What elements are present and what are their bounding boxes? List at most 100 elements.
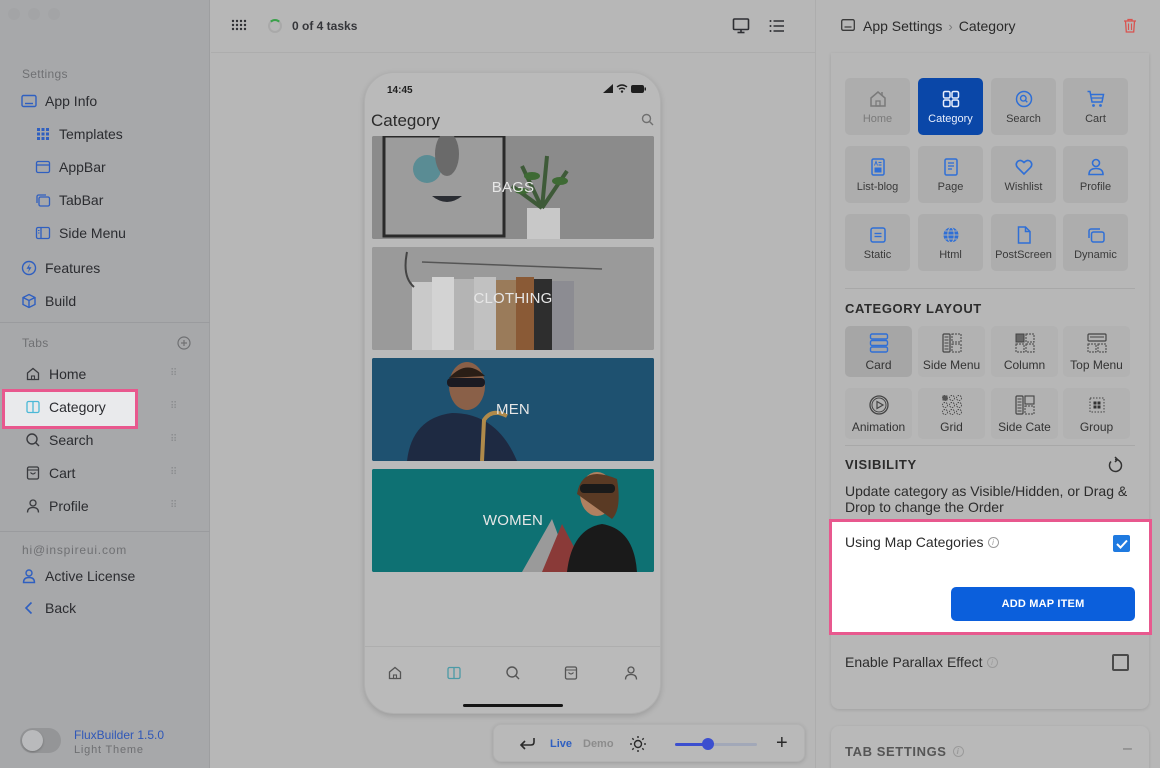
phone-tab-home-icon[interactable]	[387, 665, 403, 681]
list-icon[interactable]	[768, 17, 786, 35]
layout-option-side-cate[interactable]: Side Cate	[991, 388, 1058, 439]
sidebar-item-features[interactable]: Features	[21, 255, 100, 281]
signal-icon	[603, 84, 613, 93]
layout-option-label: Card	[865, 357, 892, 372]
sidebar-tab-search[interactable]: Search	[25, 427, 93, 453]
maximize-window-button[interactable]	[48, 8, 60, 20]
sidebar-item-templates[interactable]: Templates	[35, 121, 123, 147]
category-card-clothing[interactable]: CLOTHING	[372, 247, 654, 350]
using-map-checkbox[interactable]	[1113, 535, 1130, 552]
screen-button-profile[interactable]: Profile	[1063, 146, 1128, 203]
appbar-icon	[35, 159, 51, 175]
sidebar-item-build[interactable]: Build	[21, 288, 76, 314]
back-link[interactable]: Back	[21, 595, 76, 621]
screen-button-list-blog[interactable]: List-blog	[845, 146, 910, 203]
theme-toggle[interactable]	[20, 728, 61, 753]
layout-option-animation[interactable]: Animation	[845, 388, 912, 439]
sidebar-tab-label: Profile	[49, 498, 89, 514]
task-progress-text[interactable]: 0 of 4 tasks	[292, 19, 357, 33]
screen-button-label: Profile	[1079, 180, 1112, 193]
screen-button-wishlist[interactable]: Wishlist	[991, 146, 1056, 203]
close-window-button[interactable]	[8, 8, 20, 20]
return-icon[interactable]	[518, 735, 536, 751]
layout-option-side-menu[interactable]: Side Menu	[918, 326, 985, 377]
active-license-label: Active License	[45, 568, 136, 584]
info-icon[interactable]: i	[987, 536, 999, 548]
sidebar-item-tabbar[interactable]: TabBar	[35, 187, 103, 213]
app-version: FluxBuilder 1.5.0	[74, 728, 165, 742]
screen-button-dynamic[interactable]: Dynamic	[1063, 214, 1128, 271]
screen-button-label: Page	[937, 180, 964, 193]
zoom-slider[interactable]	[675, 738, 757, 750]
screen-button-label: PostScreen	[995, 248, 1052, 261]
sidebar-tab-profile[interactable]: Profile	[25, 493, 89, 519]
phone-tab-category-icon[interactable]	[446, 665, 462, 681]
layout-option-column[interactable]: Column	[991, 326, 1058, 377]
screen-button-category[interactable]: Category	[918, 78, 983, 135]
phone-tab-cart-icon[interactable]	[563, 665, 579, 681]
layout-option-label: Top Menu	[1070, 357, 1123, 372]
sidebar-tab-cart[interactable]: Cart	[25, 460, 75, 486]
app-settings-icon	[841, 19, 855, 31]
live-mode-button[interactable]: Live	[550, 738, 572, 750]
brightness-icon[interactable]	[629, 735, 647, 753]
parallax-checkbox[interactable]	[1112, 654, 1129, 671]
phone-screen-title: Category	[371, 111, 440, 130]
drag-handle-icon[interactable]: ⠿	[170, 368, 178, 380]
screen-button-search[interactable]: Search	[991, 78, 1056, 135]
sidebar: Settings App Info Templates AppBar TabBa…	[0, 0, 210, 768]
info-icon[interactable]: i	[986, 656, 998, 668]
drag-handle-icon[interactable]: ⠿	[170, 500, 178, 512]
desktop-icon[interactable]	[732, 17, 750, 35]
phone-tab-search-icon[interactable]	[505, 665, 521, 681]
screen-button-html[interactable]: Html	[918, 214, 983, 271]
collapse-icon[interactable]: –	[1123, 740, 1132, 758]
sidebar-tab-home[interactable]: Home	[25, 361, 86, 387]
screen-button-postscreen[interactable]: PostScreen	[991, 214, 1056, 271]
reset-icon[interactable]	[1106, 456, 1124, 474]
sidebar-item-side-menu[interactable]: Side Menu	[35, 220, 126, 246]
screen-button-label: List-blog	[856, 180, 899, 193]
screen-button-static[interactable]: Static	[845, 214, 910, 271]
checkmark-icon	[1115, 539, 1128, 549]
post-screen-icon	[1017, 225, 1031, 244]
zoom-slider-thumb[interactable]	[701, 738, 714, 750]
theme-label: Light Theme	[74, 744, 144, 756]
screen-button-home[interactable]: Home	[845, 78, 910, 135]
demo-mode-button[interactable]: Demo	[583, 738, 614, 750]
layout-option-grid[interactable]: Grid	[918, 388, 985, 439]
parallax-label: Enable Parallax Effect	[845, 654, 983, 670]
screen-button-cart[interactable]: Cart	[1063, 78, 1128, 135]
info-icon[interactable]: i	[952, 746, 964, 757]
minimize-window-button[interactable]	[28, 8, 40, 20]
settings-section-label: Settings	[22, 67, 68, 81]
category-card-bags[interactable]: BAGS	[372, 136, 654, 239]
search-icon	[1015, 90, 1032, 107]
drag-handle-icon[interactable]: ⠿	[170, 401, 178, 413]
category-card-women[interactable]: WOMEN	[372, 469, 654, 572]
add-tab-icon[interactable]	[177, 336, 191, 350]
page-icon	[943, 157, 958, 176]
phone-search-icon[interactable]	[641, 113, 654, 126]
category-card-men[interactable]: MEN	[372, 358, 654, 461]
parallax-label-row: Enable Parallax Effect i	[845, 654, 998, 670]
back-label: Back	[45, 600, 77, 616]
tab-settings-section[interactable]: TAB SETTINGS i –	[831, 726, 1149, 768]
drag-handle-icon[interactable]: ⠿	[170, 467, 178, 479]
trash-icon[interactable]	[1123, 18, 1137, 33]
window-controls	[8, 8, 60, 20]
screen-button-page[interactable]: Page	[918, 146, 983, 203]
layout-option-top-menu[interactable]: Top Menu	[1063, 326, 1130, 377]
active-license-link[interactable]: Active License	[21, 563, 135, 589]
layout-option-card[interactable]: Card	[845, 326, 912, 377]
add-map-item-button[interactable]: ADD MAP ITEM	[951, 587, 1135, 621]
phone-tab-profile-icon[interactable]	[623, 665, 639, 681]
sidebar-item-app-info[interactable]: App Info	[21, 88, 97, 114]
layout-option-group[interactable]: Group	[1063, 388, 1130, 439]
zoom-in-button[interactable]: +	[776, 733, 788, 753]
drag-handle-icon[interactable]: ⠿	[170, 434, 178, 446]
sidebar-tab-category[interactable]: Category	[25, 394, 106, 420]
breadcrumb-app-settings[interactable]: App Settings	[863, 18, 942, 34]
apps-grid-icon[interactable]	[231, 18, 247, 34]
sidebar-item-appbar[interactable]: AppBar	[35, 154, 106, 180]
